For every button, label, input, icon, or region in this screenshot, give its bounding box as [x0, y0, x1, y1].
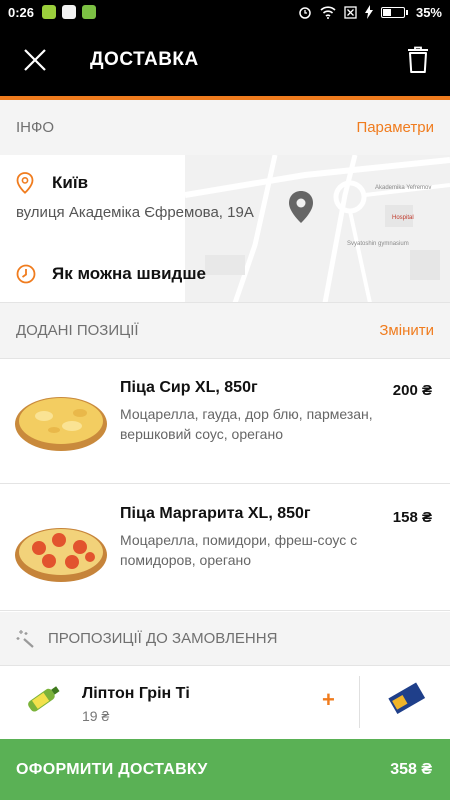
- map-gymnasium-label: Svyatoshin gymnasium: [347, 241, 409, 247]
- app-notification-icon: [42, 5, 57, 19]
- wifi-icon: [320, 5, 336, 19]
- item-name: Піца Сир XL, 850г: [120, 379, 258, 396]
- item-price: 158 ₴: [392, 509, 432, 526]
- lipton-bottle-image: [28, 686, 60, 712]
- charging-icon: [364, 5, 373, 19]
- no-sim-icon: [344, 5, 357, 19]
- magic-wand-icon: [16, 629, 34, 648]
- city-row: Київ: [16, 172, 88, 194]
- delivery-info: Akademika Yefremov Hospital Svyatoshin g…: [0, 155, 450, 303]
- checkout-total: 358 ₴: [390, 760, 432, 778]
- checkout-button[interactable]: ОФОРМИТИ ДОСТАВКУ 358 ₴: [0, 739, 450, 800]
- cart-item[interactable]: Піца Сир XL, 850г 200 ₴ Моцарелла, гауда…: [0, 360, 450, 484]
- location-pin-icon: [16, 172, 34, 194]
- change-link[interactable]: Змінити: [379, 322, 434, 339]
- suggestion-divider: [359, 676, 360, 728]
- pizza-cheese-image: [15, 397, 107, 451]
- suggestion-price: 19 ₴: [82, 708, 110, 724]
- info-section-header: ІНФО Параметри: [0, 100, 450, 156]
- added-items-header: ДОДАНІ ПОЗИЦІЇ Змінити: [0, 303, 450, 359]
- status-bar: 0:26 35%: [0, 0, 450, 24]
- info-section-title: ІНФО: [16, 119, 55, 136]
- delivery-time-row[interactable]: Як можна швидше: [16, 264, 206, 284]
- item-description: Моцарелла, помидори, фреш-соус с помидор…: [120, 532, 358, 568]
- page-title: ДОСТАВКА: [90, 49, 199, 70]
- close-button[interactable]: [0, 24, 70, 96]
- map-hospital-label: Hospital: [392, 215, 414, 221]
- map-street-label: Akademika Yefremov: [375, 185, 431, 191]
- item-price: 200 ₴: [392, 382, 432, 399]
- added-items-title: ДОДАНІ ПОЗИЦІЇ: [16, 322, 139, 339]
- map-preview[interactable]: Akademika Yefremov Hospital Svyatoshin g…: [185, 155, 450, 303]
- item-description: Моцарелла, гауда, дор блю, пармезан, вер…: [120, 406, 373, 442]
- parameters-link[interactable]: Параметри: [356, 119, 434, 136]
- add-suggestion-button[interactable]: +: [322, 689, 335, 711]
- snack-package-image: [388, 682, 426, 715]
- checkout-label: ОФОРМИТИ ДОСТАВКУ: [16, 760, 208, 778]
- suggestion-name: Ліптон Грін Ті: [82, 685, 190, 702]
- sim-notification-icon: [62, 5, 77, 19]
- clock-icon: [16, 264, 36, 284]
- suggestions-title: ПРОПОЗИЦІЇ ДО ЗАМОВЛЕННЯ: [48, 630, 278, 647]
- android-notification-icon: [82, 5, 97, 19]
- alarm-icon: [299, 7, 311, 19]
- trash-icon: [408, 46, 428, 73]
- trash-button[interactable]: [386, 24, 450, 96]
- status-time: 0:26: [8, 4, 35, 20]
- city-label: Київ: [52, 173, 89, 192]
- battery-level: 35%: [415, 4, 442, 20]
- suggestions-header: ПРОПОЗИЦІЇ ДО ЗАМОВЛЕННЯ: [0, 612, 450, 666]
- pizza-margherita-image: [15, 528, 107, 582]
- battery-icon: [380, 6, 408, 18]
- cart-item[interactable]: Піца Маргарита XL, 850г 158 ₴ Моцарелла,…: [0, 485, 450, 611]
- close-icon: [24, 49, 46, 71]
- app-bar: ДОСТАВКА: [0, 24, 450, 96]
- address-text: вулиця Академіка Єфремова, 19А: [16, 204, 254, 221]
- suggestion-list: Ліптон Грін Ті 19 ₴ +: [0, 666, 450, 738]
- item-name: Піца Маргарита XL, 850г: [120, 505, 311, 522]
- delivery-time-label: Як можна швидше: [52, 264, 206, 283]
